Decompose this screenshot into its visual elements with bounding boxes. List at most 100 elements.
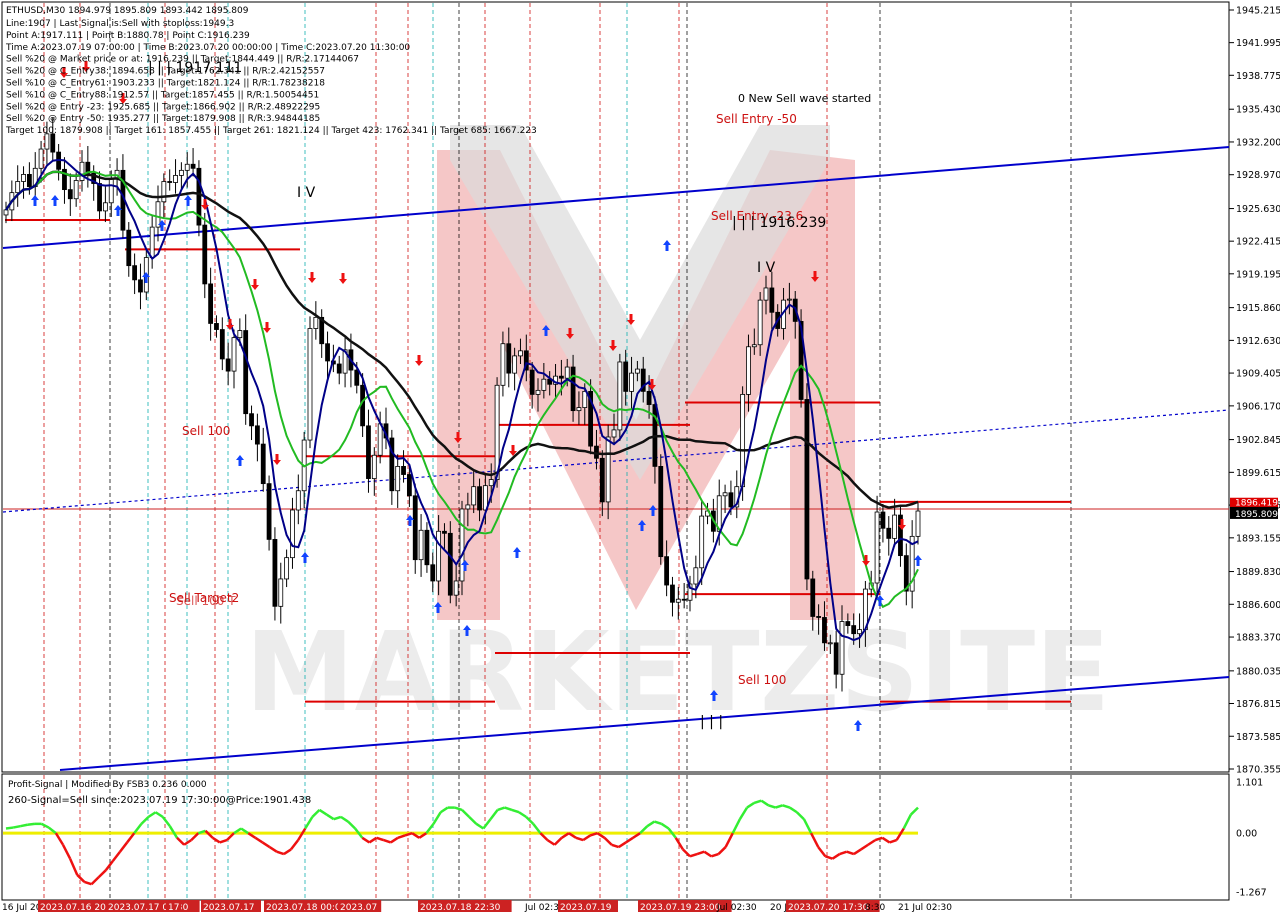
candle-body xyxy=(313,316,319,329)
y-tick-label: 1938.775 xyxy=(1236,71,1280,82)
candle-body xyxy=(506,343,512,374)
candle-body xyxy=(822,617,827,644)
candle-body xyxy=(412,495,418,561)
candle-body xyxy=(892,514,898,539)
osc-y-tick-label: 1.101 xyxy=(1236,778,1263,789)
y-tick-label: 1912.630 xyxy=(1236,336,1280,347)
osc-header-2: 260-Signal=Sell since:2023.07.19 17:30:0… xyxy=(8,795,311,806)
candle-body xyxy=(804,399,810,580)
sell-entry-50-label: Sell Entry -50 xyxy=(716,112,797,126)
candle-body xyxy=(447,532,453,596)
info-line: Target 100: 1879.908 || Target 161: 1857… xyxy=(5,126,537,136)
wave-iv-label: I V xyxy=(757,260,776,276)
candle-body xyxy=(237,330,243,339)
candle-body xyxy=(401,466,406,475)
osc-segment xyxy=(12,824,21,829)
candle-body xyxy=(670,584,675,603)
x-tick-label: 20 J xyxy=(770,903,787,913)
y-tick-label: 1873.585 xyxy=(1236,732,1280,743)
candle-body xyxy=(541,378,547,391)
y-tick-label: 1909.405 xyxy=(1236,369,1280,380)
candle-body xyxy=(260,443,266,485)
watermark-text-2: SITE xyxy=(840,608,1110,736)
candle-body xyxy=(465,504,471,510)
candle-body xyxy=(418,529,424,561)
candle-body xyxy=(249,413,254,427)
candle-body xyxy=(231,337,237,372)
info-line: Point A:1917.111 | Point B:1880.78 | Poi… xyxy=(6,31,250,41)
candle-body xyxy=(535,389,541,395)
candle-body xyxy=(453,580,459,596)
candle-body xyxy=(605,436,611,503)
candle-body xyxy=(558,375,564,379)
osc-segment xyxy=(5,826,14,830)
candle-body xyxy=(138,279,143,293)
candle-body xyxy=(430,564,436,582)
candle-body xyxy=(664,556,670,586)
info-line: Time A:2023.07.19 07:00:00 | Time B:2023… xyxy=(5,43,410,53)
candle-body xyxy=(582,390,588,408)
y-tick-label: 1919.195 xyxy=(1236,269,1280,280)
candle-body xyxy=(763,287,769,301)
candle-body xyxy=(471,486,477,506)
candle-body xyxy=(132,265,138,281)
candle-body xyxy=(79,161,85,181)
y-tick-label: 1935.430 xyxy=(1236,105,1280,116)
candle-body xyxy=(488,479,494,487)
y-tick-label: 1889.830 xyxy=(1236,567,1280,578)
candle-body xyxy=(751,344,757,348)
candle-body xyxy=(728,492,734,508)
candle-body xyxy=(243,330,249,415)
candle-body xyxy=(757,299,763,346)
osc-segment xyxy=(20,823,28,828)
y-tick-label: 1915.860 xyxy=(1236,303,1280,314)
candle-body xyxy=(26,174,32,187)
candle-body xyxy=(746,346,751,395)
x-tick-label: 2023.07.19 23:00 xyxy=(640,903,721,913)
candle-body xyxy=(786,298,792,301)
candle-body xyxy=(839,621,845,675)
candle-body xyxy=(284,557,290,580)
y-tick-label: 1906.170 xyxy=(1236,401,1280,412)
candle-body xyxy=(833,642,839,675)
candle-body xyxy=(617,361,623,431)
candle-body xyxy=(184,163,190,171)
candle-body xyxy=(161,181,167,203)
x-tick-label: 16 Jul 20 xyxy=(2,903,42,913)
x-tick-label: 2023.07.17 xyxy=(203,903,255,913)
point-c-label: | | | 1916.239 xyxy=(732,215,826,231)
candle-body xyxy=(406,474,412,497)
y-tick-label: 1945.215 xyxy=(1236,6,1280,17)
y-tick-label: 1870.355 xyxy=(1236,765,1280,776)
candle-body xyxy=(225,358,231,372)
point-b-label: | | | xyxy=(700,714,723,730)
candle-body xyxy=(377,423,383,456)
candle-body xyxy=(442,530,447,534)
candle-body xyxy=(173,175,178,183)
candle-body xyxy=(851,625,857,635)
candle-body xyxy=(167,181,173,183)
candle-body xyxy=(295,490,301,511)
candle-body xyxy=(325,343,330,362)
sell-100-label: Sell 100 xyxy=(182,424,230,438)
osc-panel xyxy=(1,773,1230,901)
candle-body xyxy=(202,224,208,285)
x-tick-label: Jul 02:30 xyxy=(716,903,757,913)
x-axis: 16 Jul 202023.07.16 20:002023.07.17 03:3… xyxy=(2,900,952,913)
info-line: Line:1907 | Last Signal is:Sell with sto… xyxy=(6,19,234,29)
y-tick-label: 1876.815 xyxy=(1236,699,1280,710)
y-tick-label: 1899.615 xyxy=(1236,468,1280,479)
candle-body xyxy=(21,174,26,182)
candle-body xyxy=(178,169,184,176)
y-tick-label: 1922.415 xyxy=(1236,237,1280,248)
watermark-text: MARKETZ xyxy=(245,608,839,736)
x-tick-label: 2023.07.18 00:00 xyxy=(266,903,347,913)
candle-body xyxy=(15,181,21,194)
candle-body xyxy=(38,148,44,169)
candle-body xyxy=(675,598,681,603)
candle-body xyxy=(827,642,833,645)
candle-body xyxy=(500,343,506,386)
x-tick-label: Jul 02:3 xyxy=(524,903,559,913)
y-tick-label: 1925.630 xyxy=(1236,204,1280,215)
candle-body xyxy=(97,183,102,212)
